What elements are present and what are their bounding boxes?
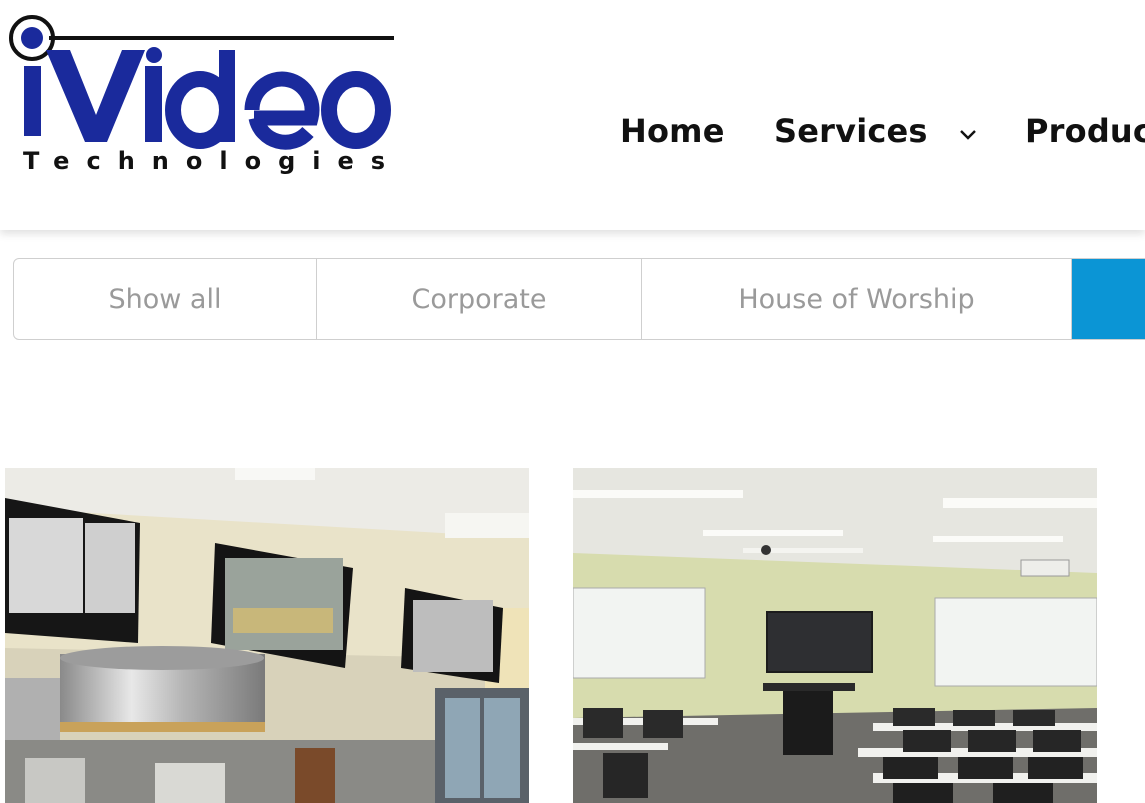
filter-label: House of Worship (738, 283, 975, 315)
portfolio-filter-bar: Show all Corporate House of Worship (13, 258, 1145, 340)
filter-label: Corporate (411, 283, 547, 315)
nav-item-home[interactable]: Home (620, 112, 725, 150)
site-header: Technologies Home Services Product (0, 0, 1145, 230)
nav-item-label: Services (774, 112, 928, 150)
classroom-photo (573, 468, 1097, 803)
nav-item-services[interactable]: Services (774, 112, 977, 152)
gallery-item-classroom[interactable] (573, 468, 1097, 803)
ivideo-logo[interactable]: Technologies (4, 10, 404, 185)
filter-corporate[interactable]: Corporate (317, 259, 642, 339)
filter-house-of-worship[interactable]: House of Worship (642, 259, 1072, 339)
gallery-item-kitchen[interactable] (5, 468, 529, 803)
nav-item-label: Home (620, 112, 725, 150)
logo-tagline: Technologies (23, 147, 403, 175)
chevron-down-icon[interactable] (959, 111, 977, 149)
nav-item-products[interactable]: Product (1025, 112, 1145, 150)
kitchen-photo (5, 468, 529, 803)
nav-item-label: Product (1025, 112, 1145, 150)
filter-label: Show all (108, 283, 222, 315)
filter-show-all[interactable]: Show all (14, 259, 317, 339)
filter-active[interactable] (1072, 259, 1145, 339)
